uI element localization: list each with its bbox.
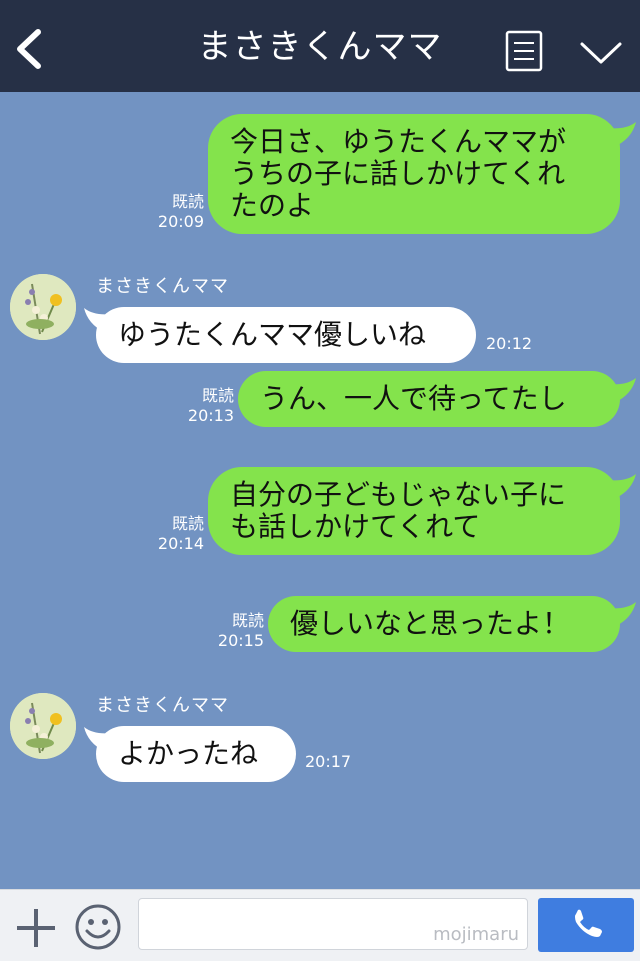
bubble-tail: [608, 602, 636, 626]
plus-button[interactable]: [14, 906, 58, 950]
message-time: 20:09: [157, 212, 204, 231]
message-line: うん、一人で待ってたし: [260, 382, 567, 415]
sender-name: まさきくんママ: [96, 276, 229, 297]
flower-avatar-icon: [10, 693, 76, 759]
message-time: 20:17: [305, 752, 352, 771]
message-meta: 既読 20:09: [150, 192, 204, 232]
menu-button[interactable]: [505, 30, 543, 72]
message-bubble[interactable]: ゆうたくんママ優しいね: [96, 307, 476, 363]
call-button[interactable]: [538, 898, 634, 952]
message-line: よかったね: [118, 737, 259, 770]
emoji-button[interactable]: [74, 903, 122, 951]
input-bar: mojimaru: [0, 889, 640, 961]
message-time: 20:13: [187, 406, 234, 425]
flower-avatar-icon: [10, 274, 76, 340]
message-bubble[interactable]: うん、一人で待ってたし: [238, 371, 620, 427]
chat-title: まさきくんママ: [197, 27, 443, 67]
bubble-tail: [608, 378, 636, 402]
message-meta: 既読 20:14: [150, 514, 204, 554]
message-time: 20:12: [486, 334, 533, 353]
avatar[interactable]: [10, 693, 76, 759]
message-bubble[interactable]: 自分の子どもじゃない子に も話しかけてくれて: [208, 467, 620, 555]
message-line: ゆうたくんママ優しいね: [118, 318, 427, 351]
message-line: 優しいなと思ったよ！: [290, 607, 571, 640]
read-receipt: 既読: [171, 514, 204, 533]
chat-header: まさきくんママ: [0, 0, 640, 92]
bubble-tail: [608, 474, 636, 498]
chevron-down-icon: [580, 42, 622, 64]
message-line: うちの子に話しかけてくれ: [230, 157, 566, 190]
chevron-left-icon: [17, 29, 41, 69]
message-bubble[interactable]: よかったね: [96, 726, 296, 782]
message-bubble[interactable]: 今日さ、ゆうたくんママが うちの子に話しかけてくれ たのよ: [208, 114, 620, 234]
note-list-icon: [505, 30, 543, 72]
watermark: mojimaru: [433, 924, 519, 945]
read-receipt: 既読: [231, 611, 264, 630]
read-receipt: 既読: [171, 192, 204, 211]
message-bubble[interactable]: 優しいなと思ったよ！: [268, 596, 620, 652]
message-input[interactable]: mojimaru: [138, 898, 528, 950]
phone-icon: [575, 909, 602, 937]
sender-name: まさきくんママ: [96, 695, 229, 716]
message-line: 自分の子どもじゃない子に: [230, 478, 567, 511]
message-meta: 既読 20:15: [210, 611, 264, 651]
message-time: 20:15: [217, 631, 264, 650]
message-line: も話しかけてくれて: [230, 510, 481, 543]
message-time: 20:14: [157, 534, 204, 553]
message-line: たのよ: [230, 189, 315, 222]
back-button[interactable]: [10, 24, 54, 74]
read-receipt: 既読: [201, 386, 234, 405]
plus-icon: [17, 909, 55, 947]
collapse-button[interactable]: [578, 36, 624, 70]
smiley-icon: [75, 904, 121, 950]
avatar[interactable]: [10, 274, 76, 340]
message-line: 今日さ、ゆうたくんママが: [230, 125, 567, 158]
bubble-tail: [608, 122, 636, 146]
message-meta: 既読 20:13: [180, 386, 234, 426]
